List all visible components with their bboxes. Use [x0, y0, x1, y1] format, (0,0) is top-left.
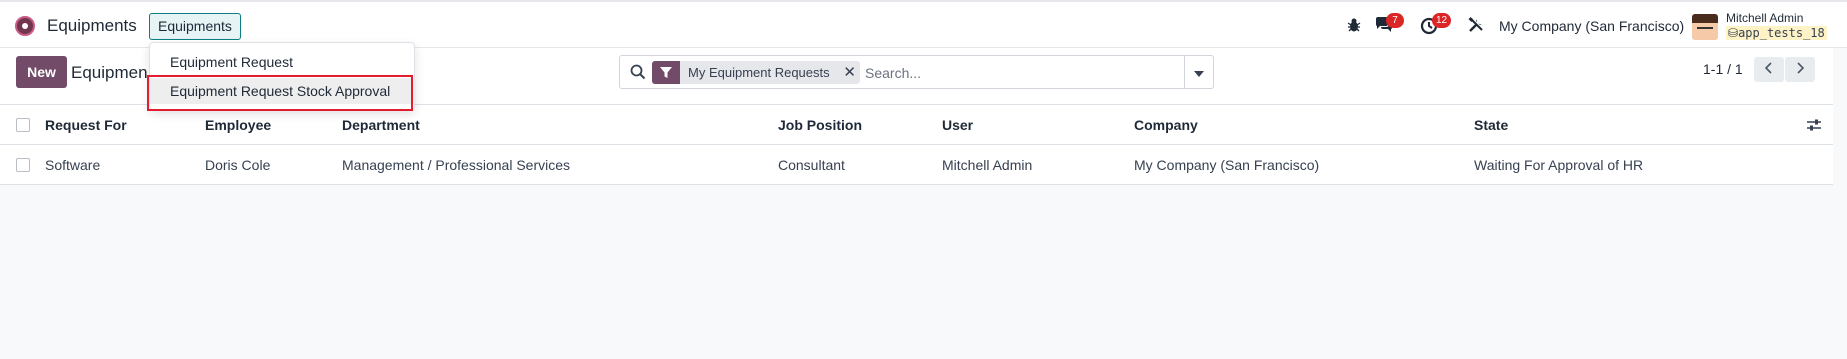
cell-employee: Doris Cole	[205, 157, 271, 173]
row-checkbox[interactable]	[16, 158, 30, 172]
cell-company: My Company (San Francisco)	[1134, 157, 1320, 173]
cell-user: Mitchell Admin	[942, 157, 1033, 173]
activities-count-badge: 12	[1432, 13, 1452, 28]
tools-icon[interactable]	[1467, 17, 1485, 35]
column-settings-icon[interactable]	[1806, 117, 1822, 133]
column-header-request-for[interactable]: Request For	[45, 117, 127, 133]
select-all-checkbox[interactable]	[16, 118, 30, 132]
search-bar: My Equipment Requests ✕	[619, 55, 1214, 89]
pager-previous-button[interactable]	[1754, 57, 1784, 82]
chevron-right-icon	[1796, 61, 1805, 79]
facet-label: My Equipment Requests	[688, 65, 830, 80]
new-button[interactable]: New	[16, 56, 67, 88]
user-avatar[interactable]	[1692, 14, 1718, 40]
menu-item-equipment-request-stock-approval[interactable]: Equipment Request Stock Approval	[150, 78, 416, 104]
company-switcher[interactable]: My Company (San Francisco)	[1499, 18, 1684, 34]
pager-value[interactable]: 1-1 / 1	[1703, 61, 1743, 77]
column-header-state[interactable]: State	[1474, 117, 1508, 133]
equipments-menu-button[interactable]: Equipments	[149, 13, 241, 40]
search-input[interactable]	[865, 61, 1195, 84]
column-header-job-position[interactable]: Job Position	[778, 117, 862, 133]
user-name[interactable]: Mitchell Admin	[1726, 11, 1803, 25]
caret-down-icon	[1194, 64, 1204, 80]
table-header: Request For Employee Department Job Posi…	[0, 105, 1833, 145]
cell-job-position: Consultant	[778, 157, 845, 173]
messages-count-badge: 7	[1386, 13, 1404, 28]
menu-item-equipment-request[interactable]: Equipment Request	[150, 49, 416, 75]
equipments-dropdown-menu: Equipment Request Equipment Request Stoc…	[149, 42, 416, 110]
chevron-left-icon	[1764, 61, 1773, 79]
cell-state: Waiting For Approval of HR	[1474, 157, 1644, 173]
cell-department: Management / Professional Services	[342, 157, 570, 173]
column-header-company[interactable]: Company	[1134, 117, 1198, 133]
column-header-department[interactable]: Department	[342, 117, 420, 133]
cell-request-for: Software	[45, 157, 101, 173]
column-header-employee[interactable]: Employee	[205, 117, 271, 133]
scrollbar[interactable]	[1833, 48, 1847, 359]
table-row[interactable]: Software Doris Cole Management / Profess…	[0, 145, 1833, 185]
breadcrumb: Equipmen	[71, 63, 148, 82]
search-icon[interactable]	[630, 64, 646, 80]
search-facet: My Equipment Requests ✕	[652, 61, 860, 84]
filter-icon	[652, 61, 680, 84]
database-name-text: app_tests_18	[1738, 26, 1825, 40]
column-header-user[interactable]: User	[942, 117, 973, 133]
database-name: ⛁app_tests_18	[1726, 26, 1827, 40]
app-logo-icon[interactable]	[15, 16, 35, 36]
search-options-toggle[interactable]	[1184, 56, 1213, 88]
remove-facet-icon[interactable]: ✕	[840, 61, 860, 84]
pager-next-button[interactable]	[1785, 57, 1815, 82]
bug-icon[interactable]	[1345, 17, 1363, 35]
top-navbar: Equipments Equipments 7 12 My Company (S…	[0, 0, 1847, 48]
app-name[interactable]: Equipments	[47, 16, 137, 36]
